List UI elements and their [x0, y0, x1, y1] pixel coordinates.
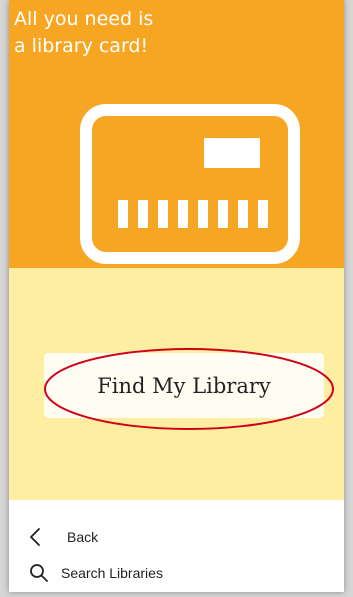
- search-libraries-button[interactable]: Search Libraries: [29, 559, 163, 587]
- back-label: Back: [67, 529, 99, 545]
- main-panel: Find My Library: [9, 268, 344, 500]
- hero-title: All you need is a library card!: [14, 6, 314, 60]
- search-icon: [29, 562, 51, 584]
- bottom-nav: Back Search Libraries: [9, 500, 344, 592]
- find-my-library-button[interactable]: Find My Library: [44, 353, 324, 418]
- search-libraries-label: Search Libraries: [61, 565, 163, 581]
- chevron-left-icon: [29, 526, 51, 548]
- back-button[interactable]: Back: [29, 523, 98, 551]
- hero-title-line-2: a library card!: [14, 35, 149, 57]
- app-window: All you need is a library card! Find My L…: [9, 0, 344, 592]
- hero-banner: All you need is a library card!: [9, 0, 344, 268]
- library-card-icon: [80, 104, 300, 264]
- hero-title-line-1: All you need is: [14, 8, 154, 30]
